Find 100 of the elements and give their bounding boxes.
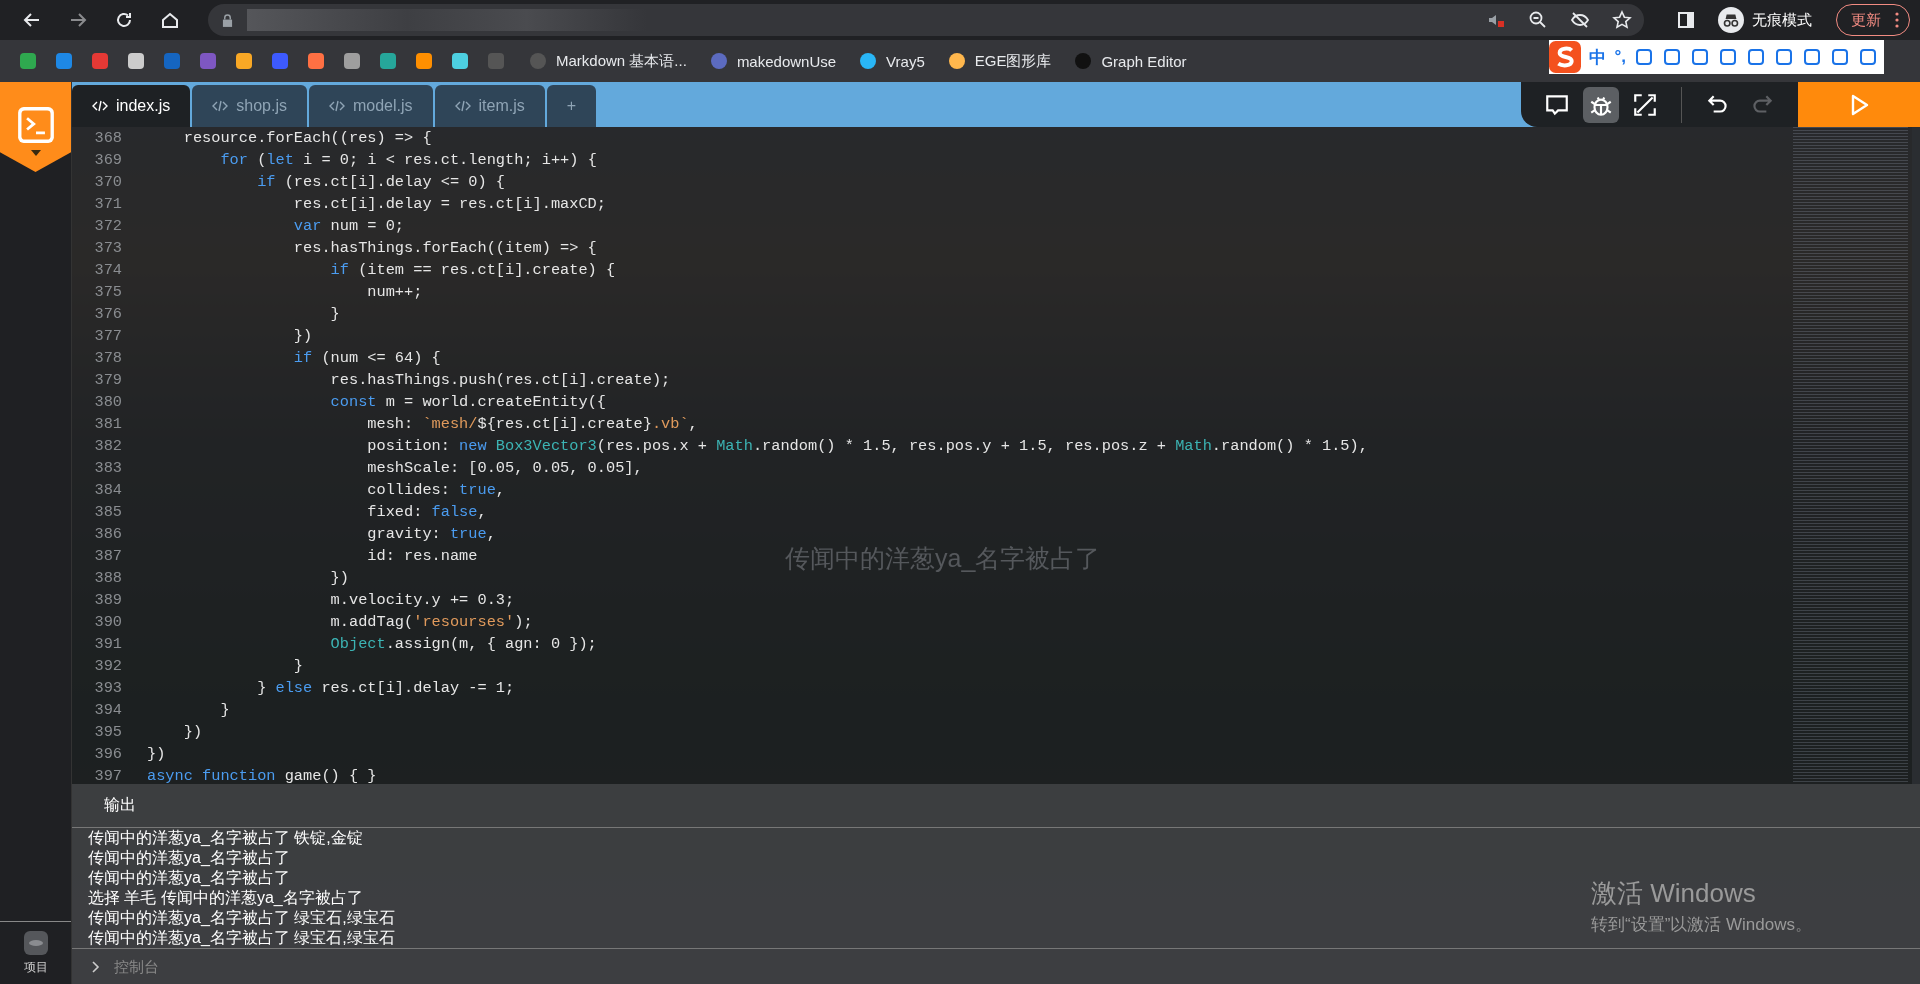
code-line: num++; bbox=[366, 283, 423, 301]
output-line: 传闻中的洋葱ya_名字被占了 绿宝石,绿宝石 bbox=[88, 928, 395, 948]
line-number: 394 bbox=[93, 701, 123, 719]
ime-logo-icon[interactable] bbox=[1549, 41, 1582, 73]
file-tab[interactable]: shop.js bbox=[192, 85, 307, 127]
code-line: }) bbox=[147, 745, 166, 763]
line-number: 379 bbox=[93, 371, 123, 389]
code-line: async function game() { } bbox=[147, 767, 377, 784]
ime-tool-icon[interactable] bbox=[1718, 47, 1738, 67]
ime-tool-icon[interactable] bbox=[1858, 47, 1878, 67]
bookmark-icon[interactable] bbox=[306, 51, 326, 71]
line-number: 385 bbox=[93, 503, 123, 521]
bookmark-icon bbox=[708, 51, 729, 71]
bookmark-icon[interactable] bbox=[234, 51, 254, 71]
code-line: meshScale: [0.05, 0.05, 0.05], bbox=[366, 459, 643, 477]
bookmark-icon[interactable] bbox=[342, 51, 362, 71]
code-line: var num = 0; bbox=[292, 217, 405, 235]
bookmark-label: Vray5 bbox=[886, 52, 925, 70]
code-icon bbox=[454, 100, 471, 112]
bookmark-icon[interactable] bbox=[450, 51, 470, 71]
line-number: 376 bbox=[93, 305, 123, 323]
line-number: 395 bbox=[93, 723, 123, 741]
line-number: 384 bbox=[93, 481, 123, 499]
bookmark-icon[interactable] bbox=[414, 51, 434, 71]
line-number: 396 bbox=[93, 745, 123, 763]
bug-button[interactable] bbox=[1583, 86, 1619, 123]
code-line: position: new Box3Vector3(res.pos.x + Math.random() * 1.5, res.pos.y + 1.5, res.pos.z + Math.random() * 1.5), bbox=[366, 437, 1368, 455]
code-line: gravity: true, bbox=[366, 525, 496, 543]
more-icon[interactable] bbox=[1895, 12, 1899, 28]
console-input[interactable]: 控制台 bbox=[112, 957, 316, 976]
add-tab-button[interactable]: + bbox=[546, 85, 597, 127]
code-line: } else res.ct[i].delay -= 1; bbox=[256, 679, 515, 697]
line-number: 370 bbox=[93, 173, 123, 191]
bookmark-link[interactable]: Markdown 基本语... bbox=[528, 51, 687, 71]
bookmark-link[interactable]: EGE图形库 bbox=[946, 51, 1052, 71]
bookmark-label: makedownUse bbox=[736, 52, 837, 70]
bookmark-icon[interactable] bbox=[378, 51, 398, 71]
code-line: fixed: false, bbox=[366, 503, 487, 521]
bookmark-icon[interactable] bbox=[18, 51, 38, 71]
bookmark-icon bbox=[528, 51, 548, 71]
scrollbar[interactable] bbox=[1912, 127, 1920, 784]
caret-icon[interactable] bbox=[30, 150, 41, 156]
code-line: Object.assign(m, { agn: 0 }); bbox=[329, 635, 597, 653]
star-icon[interactable] bbox=[1612, 10, 1632, 30]
bookmark-label: EGE图形库 bbox=[974, 51, 1052, 71]
eye-slash-icon[interactable] bbox=[1570, 10, 1590, 30]
ime-tool-icon[interactable] bbox=[1830, 47, 1850, 67]
ime-tool-icon[interactable] bbox=[1802, 47, 1822, 67]
bookmark-label: Markdown 基本语... bbox=[556, 51, 687, 71]
player-nametag: 传闻中的洋葱ya_名字被占了 bbox=[785, 543, 1101, 574]
reload-icon[interactable] bbox=[114, 10, 134, 30]
code-line: }) bbox=[292, 327, 313, 345]
line-number: 393 bbox=[93, 679, 123, 697]
line-number: 374 bbox=[93, 261, 123, 279]
code-line: if (res.ct[i].delay <= 0) { bbox=[256, 173, 505, 191]
file-tab[interactable]: index.js bbox=[72, 85, 191, 127]
code-line: res.hasThings.forEach((item) => { bbox=[292, 239, 597, 257]
line-number: 397 bbox=[93, 767, 123, 784]
code-line: m.velocity.y += 0.3; bbox=[329, 591, 515, 609]
line-number: 383 bbox=[93, 459, 123, 477]
ime-tool-icon[interactable] bbox=[1774, 47, 1794, 67]
ime-tool-icon[interactable] bbox=[1634, 47, 1654, 67]
bookmark-link[interactable]: makedownUse bbox=[708, 51, 837, 71]
project-button[interactable]: 项目 bbox=[0, 922, 71, 984]
line-number: 382 bbox=[93, 437, 123, 455]
incognito-badge[interactable]: 无痕模式 bbox=[1716, 5, 1822, 35]
code-line: mesh: `mesh/${res.ct[i].create}.vb`, bbox=[366, 415, 698, 433]
code-line: const m = world.createEntity({ bbox=[329, 393, 606, 411]
line-number: 380 bbox=[93, 393, 123, 411]
ime-tool-icon[interactable] bbox=[1662, 47, 1682, 67]
ime-mode-toggle[interactable]: 中 bbox=[1589, 45, 1607, 69]
bookmark-link[interactable]: Vray5 bbox=[858, 51, 925, 71]
zoom-out-icon[interactable] bbox=[1528, 10, 1548, 30]
line-number: 390 bbox=[93, 613, 123, 631]
code-line: collides: true, bbox=[366, 481, 505, 499]
line-number: 369 bbox=[93, 151, 123, 169]
bookmark-icon[interactable] bbox=[126, 51, 146, 71]
app-logo[interactable] bbox=[0, 82, 71, 172]
code-line: } bbox=[219, 701, 230, 719]
project-label: 项目 bbox=[23, 958, 48, 976]
activation-subtitle: 转到“设置”以激活 Windows。 bbox=[1591, 914, 1812, 936]
project-icon bbox=[23, 930, 48, 955]
ime-tool-icon[interactable] bbox=[1746, 47, 1766, 67]
code-line: }) bbox=[182, 723, 203, 741]
bookmark-link[interactable]: Graph Editor bbox=[1073, 51, 1187, 71]
code-icon bbox=[92, 100, 108, 112]
line-number: 388 bbox=[93, 569, 123, 587]
file-tab[interactable]: model.js bbox=[308, 85, 433, 127]
home-icon[interactable] bbox=[160, 10, 180, 30]
output-line: 传闻中的洋葱ya_名字被占了 bbox=[88, 848, 291, 868]
ime-punctuation-toggle[interactable]: °, bbox=[1614, 47, 1626, 67]
code-line: }) bbox=[329, 569, 349, 587]
bookmark-icon[interactable] bbox=[54, 51, 74, 71]
code-line: resource.forEach((res) => { bbox=[182, 129, 432, 147]
output-line: 传闻中的洋葱ya_名字被占了 铁锭,金锭 bbox=[88, 828, 364, 848]
sidebar-icon[interactable] bbox=[1676, 10, 1696, 30]
file-tab[interactable]: item.js bbox=[434, 85, 545, 127]
code-line: if (item == res.ct[i].create) { bbox=[329, 261, 616, 279]
lock-icon[interactable] bbox=[222, 13, 233, 27]
ime-tool-icon[interactable] bbox=[1690, 47, 1710, 67]
